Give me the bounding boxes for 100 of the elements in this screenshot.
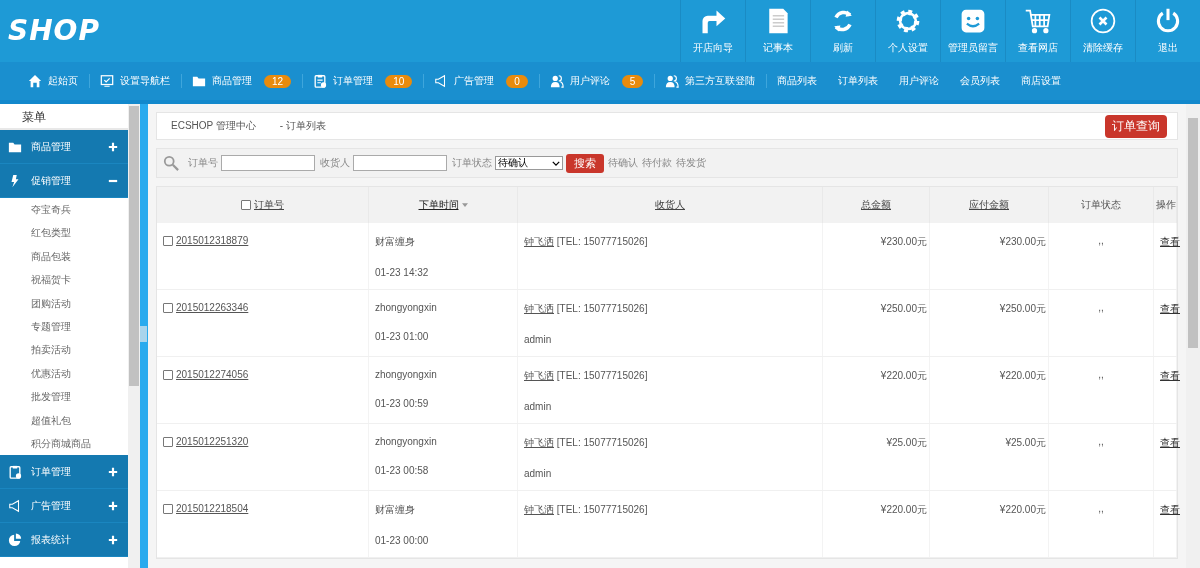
breadcrumb-root: ECSHOP 管理中心: [171, 119, 256, 133]
chevron-icon: [552, 160, 560, 166]
sidebar-group[interactable]: 报表统计: [0, 523, 128, 558]
sidebar-item[interactable]: 超值礼包: [0, 408, 128, 432]
nav-link[interactable]: 订单管理 10: [303, 74, 424, 88]
view-link[interactable]: 查看: [1160, 437, 1180, 448]
scrollbar[interactable]: [1186, 104, 1200, 568]
row-checkbox[interactable]: [163, 436, 173, 447]
sort-link[interactable]: 总金额: [861, 198, 891, 212]
sidebar-group[interactable]: 广告管理: [0, 489, 128, 524]
megaphone-icon: [8, 498, 22, 513]
column-title: 订单状态: [1081, 198, 1121, 212]
payable-amount: ¥220.00元: [998, 503, 1046, 517]
sidebar-item[interactable]: 夺宝奇兵: [0, 198, 128, 222]
nav-link[interactable]: 商品管理 12: [182, 74, 303, 88]
note-text: admin: [524, 468, 553, 479]
view-link[interactable]: 查看: [1160, 370, 1180, 381]
shop-logo: SHOP: [7, 13, 100, 49]
search-icon: [163, 155, 179, 171]
sidebar-item[interactable]: 红包类型: [0, 221, 128, 245]
sort-link[interactable]: 订单号: [254, 198, 284, 212]
note-text: admin: [524, 334, 553, 345]
view-link[interactable]: 查看: [1160, 303, 1180, 314]
sidebar-item[interactable]: 专题管理: [0, 314, 128, 339]
smiley-icon: [959, 7, 987, 35]
users-icon: [665, 74, 680, 88]
order-number-link[interactable]: 2015012218504: [176, 503, 249, 514]
nav-link[interactable]: 第三方互联登陆: [655, 74, 767, 88]
column-title: 操作: [1156, 198, 1176, 212]
sidebar-group[interactable]: 促销管理: [0, 164, 128, 198]
nav-link[interactable]: 广告管理 0: [424, 74, 539, 88]
nav-link[interactable]: 会员列表: [950, 74, 1012, 88]
sidebar-item[interactable]: 团购活动: [0, 291, 128, 315]
consignee-link[interactable]: 钟飞洒: [524, 437, 554, 448]
nav-link[interactable]: 用户评论: [889, 74, 951, 88]
nav-link[interactable]: 用户评论 5: [539, 74, 655, 88]
row-checkbox[interactable]: [163, 503, 173, 514]
order-number-link[interactable]: 2015012263346: [176, 302, 249, 313]
row-checkbox[interactable]: [163, 302, 173, 313]
row-checkbox[interactable]: [163, 235, 173, 246]
nav-link[interactable]: 商品列表: [767, 74, 829, 88]
order-time: 01-23 14:32: [375, 267, 430, 278]
clipboard-icon: [313, 74, 328, 88]
nav-link[interactable]: 起始页: [18, 74, 89, 88]
pie-chart-icon: [8, 532, 22, 547]
consignee-link[interactable]: 钟飞洒: [524, 504, 554, 515]
buyer-name: zhongyongxin: [375, 436, 438, 447]
row-checkbox[interactable]: [163, 369, 173, 380]
search-button[interactable]: 搜索: [566, 153, 604, 173]
consignee-link[interactable]: 钟飞洒: [524, 370, 554, 381]
sidebar-item[interactable]: 商品包装: [0, 244, 128, 269]
input-field[interactable]: [221, 155, 315, 171]
sidebar-item[interactable]: 批发管理: [0, 385, 128, 409]
sidebar-item[interactable]: 优惠活动: [0, 361, 128, 386]
total-amount: ¥220.00元: [879, 503, 927, 517]
nav-link[interactable]: 订单列表: [828, 74, 890, 88]
count-badge: 0: [506, 74, 528, 88]
close-icon: [1089, 7, 1117, 35]
select-all-checkbox[interactable]: [241, 200, 251, 210]
nav-link[interactable]: 商店设置: [1011, 74, 1073, 88]
phone-text: [TEL: 15077715026]: [556, 504, 648, 515]
nav-link[interactable]: 设置导航栏: [90, 74, 181, 88]
caret-icon: [461, 203, 468, 207]
scrollbar[interactable]: [128, 104, 140, 568]
order-status: ,,: [1097, 503, 1105, 514]
note-text: admin: [524, 401, 553, 412]
collapse-handle[interactable]: [140, 326, 147, 342]
sidebar-group[interactable]: 订单管理: [0, 455, 128, 490]
home-icon: [28, 74, 42, 88]
sort-link[interactable]: 下单时间: [418, 198, 459, 212]
phone-text: [TEL: 15077715026]: [556, 370, 648, 381]
field-label: 订单状态: [452, 156, 492, 170]
sort-link[interactable]: 应付金额: [969, 198, 1009, 212]
status-dropdown[interactable]: 待确认: [495, 156, 563, 170]
field-label: 收货人: [320, 156, 350, 170]
payable-amount: ¥25.00元: [1004, 436, 1046, 450]
phone-text: [TEL: 15077715026]: [556, 236, 648, 247]
order-number-link[interactable]: 2015012318879: [176, 235, 249, 246]
order-time: 01-23 00:58: [375, 465, 430, 476]
sidebar-group[interactable]: 商品管理: [0, 130, 128, 164]
sidebar-item[interactable]: 拍卖活动: [0, 338, 128, 362]
buyer-name: 财富缠身: [375, 235, 416, 249]
count-badge: 10: [385, 74, 413, 88]
consignee-link[interactable]: 钟飞洒: [524, 303, 554, 314]
filter-link[interactable]: 待付款: [642, 156, 672, 170]
sidebar-item[interactable]: 祝福贺卡: [0, 268, 128, 292]
filter-link[interactable]: 待发货: [676, 156, 706, 170]
order-query-button[interactable]: 订单查询: [1105, 114, 1167, 138]
consignee-link[interactable]: 钟飞洒: [524, 236, 554, 247]
sort-link[interactable]: 收货人: [655, 198, 685, 212]
order-number-link[interactable]: 2015012274056: [176, 369, 249, 380]
order-number-link[interactable]: 2015012251320: [176, 436, 249, 447]
input-field[interactable]: [353, 155, 447, 171]
view-link[interactable]: 查看: [1160, 236, 1180, 247]
phone-text: [TEL: 15077715026]: [556, 437, 648, 448]
filter-link[interactable]: 待确认: [608, 156, 638, 170]
sidebar-item[interactable]: 积分商城商品: [0, 431, 128, 456]
order-status: ,,: [1097, 369, 1105, 380]
order-time: 01-23 00:59: [375, 398, 430, 409]
view-link[interactable]: 查看: [1160, 504, 1180, 515]
